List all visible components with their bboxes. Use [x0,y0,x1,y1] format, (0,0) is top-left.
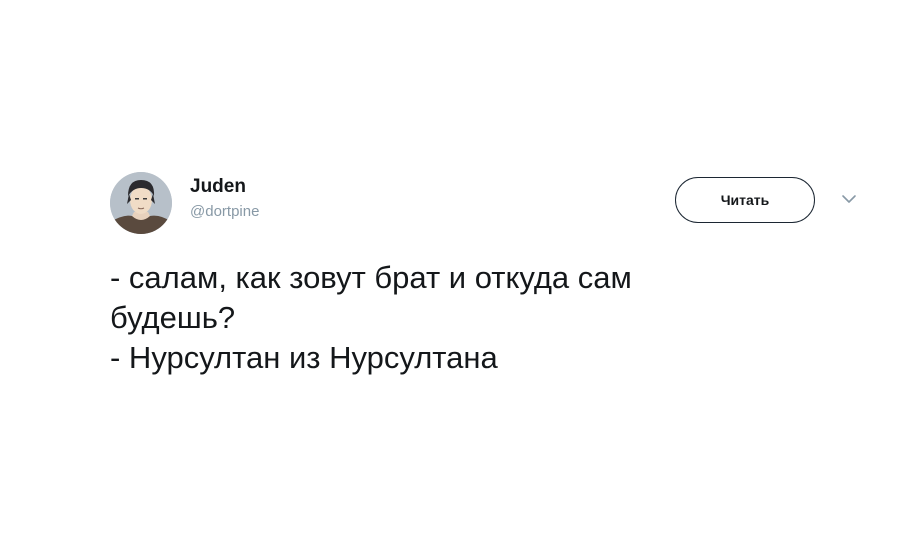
avatar-portrait-icon [110,172,172,234]
user-info: Juden @dortpine [190,176,259,222]
tweet-line: будешь? [110,300,236,335]
tweet-line: - салам, как зовут брат и откуда сам [110,260,632,295]
tweet-card: Juden @dortpine Читать - салам, как зову… [0,0,899,539]
avatar[interactable] [110,172,172,234]
display-name[interactable]: Juden [190,176,259,198]
user-handle[interactable]: @dortpine [190,202,259,222]
tweet-text: - салам, как зовут брат и откуда сам буд… [110,258,830,378]
follow-button[interactable]: Читать [675,177,815,223]
tweet-line: - Нурсултан из Нурсултана [110,340,498,375]
chevron-down-icon[interactable] [840,192,858,206]
